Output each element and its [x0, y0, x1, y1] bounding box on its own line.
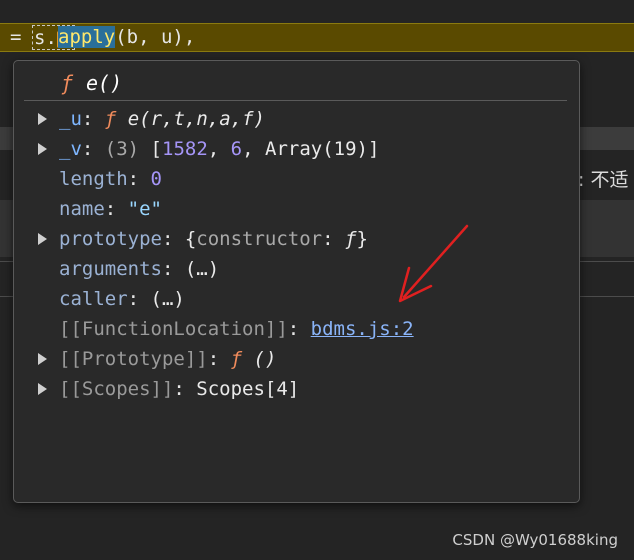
arrow-shaft [402, 224, 469, 299]
watermark: CSDN @Wy01688king [452, 531, 618, 549]
red-annotation-arrow-icon [398, 224, 469, 303]
